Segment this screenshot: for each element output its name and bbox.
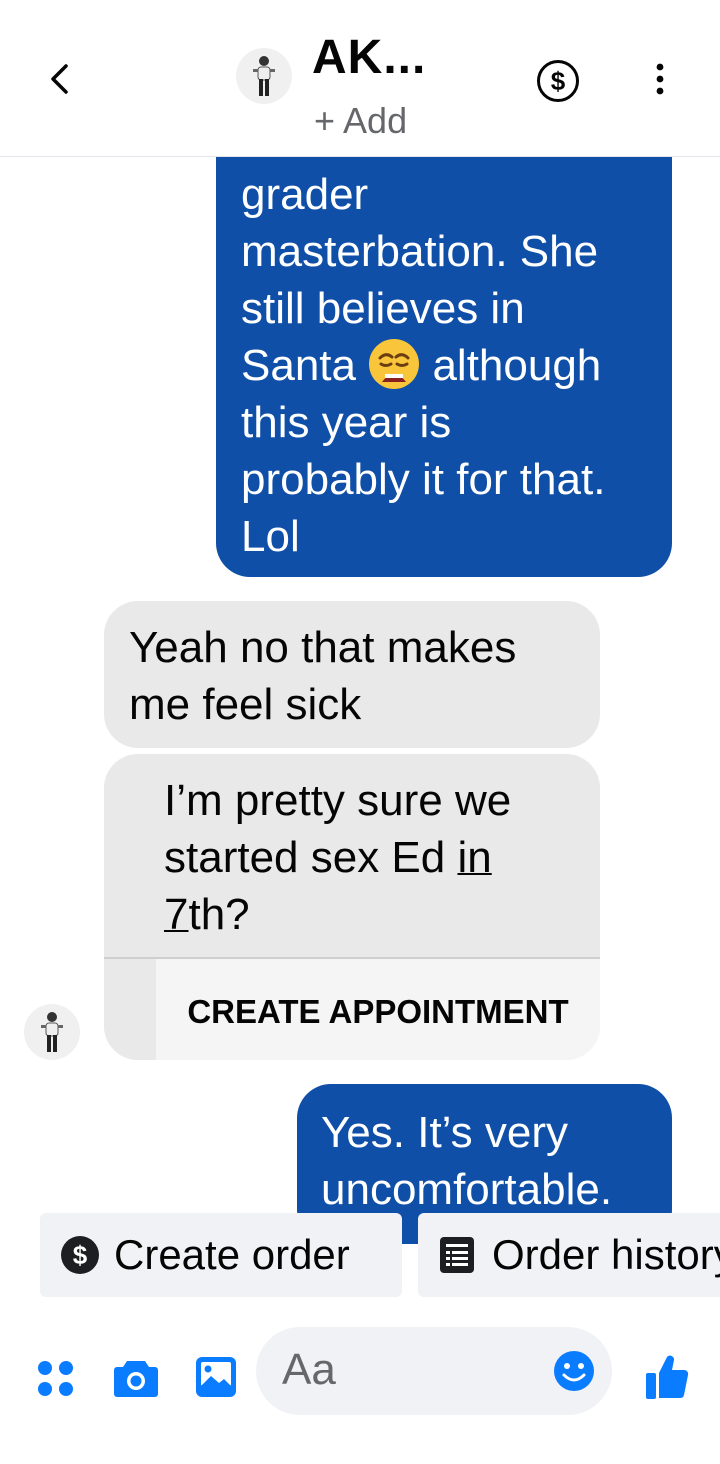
card-strip xyxy=(104,959,156,1060)
payment-dollar-icon[interactable]: $ xyxy=(537,60,579,102)
conversation-header: AK... + Add $ xyxy=(0,0,720,157)
chip-label: Order history xyxy=(492,1231,720,1278)
sender-avatar[interactable] xyxy=(24,1004,80,1060)
message-line: still believes in xyxy=(241,284,525,333)
message-composer: Aa xyxy=(0,1305,720,1464)
back-arrow-icon[interactable] xyxy=(40,56,80,102)
incoming-message-bubble[interactable]: Yeah no that makes me feel sick xyxy=(104,601,600,748)
date-link[interactable]: 7 xyxy=(164,890,188,939)
message-line: started sex Ed in xyxy=(164,829,584,886)
card-message-text: I’m pretty sure we started sex Ed in 7th… xyxy=(164,772,584,943)
apps-menu-icon[interactable] xyxy=(36,1359,76,1399)
message-input-placeholder: Aa xyxy=(282,1345,336,1394)
message-line: me feel sick xyxy=(129,680,362,729)
message-line: Yeah no that makes xyxy=(129,623,517,672)
weary-face-emoji-icon xyxy=(369,339,420,389)
emoji-smiley-icon[interactable] xyxy=(552,1349,596,1393)
outgoing-message-bubble[interactable]: grader masterbation. She still believes … xyxy=(216,120,672,577)
gallery-image-icon[interactable] xyxy=(194,1355,238,1399)
message-line: masterbation. She xyxy=(241,227,599,276)
message-line: 7th? xyxy=(164,886,584,943)
message-line: Lol xyxy=(241,512,300,561)
message-text: although xyxy=(432,341,602,390)
add-label-button[interactable]: + Add xyxy=(314,100,407,142)
order-history-chip[interactable]: Order history xyxy=(418,1213,720,1297)
message-input[interactable]: Aa xyxy=(256,1327,612,1415)
message-line: probably it for that. xyxy=(241,455,606,504)
message-line: uncomfortable. xyxy=(321,1165,613,1214)
message-text: started sex Ed xyxy=(164,833,458,882)
message-line: Santa although xyxy=(241,337,652,394)
svg-text:$: $ xyxy=(73,1240,88,1270)
camera-icon[interactable] xyxy=(113,1357,159,1399)
chip-label: Create order xyxy=(114,1231,350,1278)
contact-name[interactable]: AK... xyxy=(312,30,426,85)
thumbs-up-like-icon[interactable] xyxy=(644,1351,690,1401)
message-line: this year is xyxy=(241,398,452,447)
more-options-icon[interactable] xyxy=(648,62,672,96)
message-line: I’m pretty sure we xyxy=(164,776,512,825)
message-line: Yes. It’s very xyxy=(321,1108,569,1157)
contact-avatar[interactable] xyxy=(236,48,292,104)
create-appointment-button[interactable]: CREATE APPOINTMENT xyxy=(156,959,600,1060)
message-line: grader xyxy=(241,170,369,219)
message-text: th? xyxy=(188,890,250,939)
dollar-circle-icon: $ xyxy=(61,1236,99,1274)
message-text: Santa xyxy=(241,341,356,390)
date-link[interactable]: in xyxy=(457,833,491,882)
create-order-chip[interactable]: $ Create order xyxy=(40,1213,402,1297)
receipt-icon xyxy=(440,1237,474,1273)
incoming-message-card[interactable]: I’m pretty sure we started sex Ed in 7th… xyxy=(104,754,600,1060)
